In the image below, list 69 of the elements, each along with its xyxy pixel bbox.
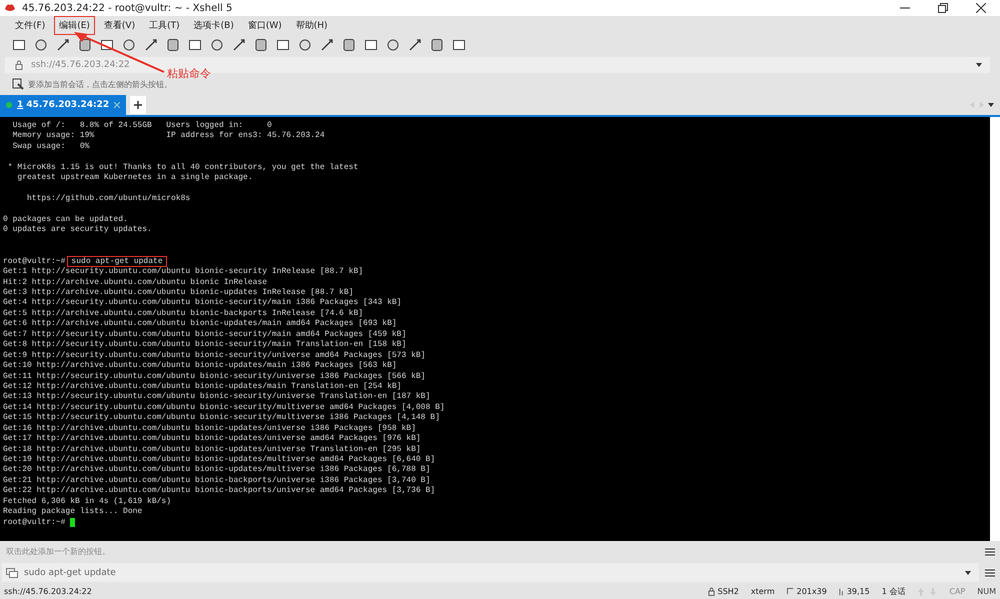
menu-icon[interactable] [985,548,995,556]
terminal-line: Get:8 http://security.ubuntu.com/ubuntu bionic-security/main Translation-en [158 kB] [3,340,406,351]
quick-bar-hint: 双击此处添加一个新的按钮。 [6,546,110,557]
dropdown-caret-icon[interactable] [988,103,994,107]
terminal-line: Get:5 http://archive.ubuntu.com/ubuntu bionic-backports InRelease [74.6 kB] [3,308,364,319]
menu-item[interactable]: 文件(F) [10,16,50,34]
terminal-line: 0 packages can be updated. [3,214,128,225]
resize-icon [786,588,794,595]
terminal-line: Reading package lists... Done [3,507,142,518]
terminal-line: Get:7 http://security.ubuntu.com/ubuntu bionic-security/main amd64 Packages [459 kB] [3,330,406,340]
terminal-line: Fetched 6,306 kB in 4s (1,619 kB/s) [3,496,172,507]
menu-item[interactable]: 查看(V) [98,16,140,34]
key-indicator: CAP [949,587,966,596]
restore-icon[interactable] [938,3,948,13]
terminal-prompt: root@vultr:~# [3,518,66,528]
terminal-line: 0 updates are security updates. [3,225,152,236]
terminal-line: Get:3 http://archive.ubuntu.com/ubuntu bionic-updates InRelease [88.7 kB] [3,288,354,298]
terminal-line: Get:4 http://security.ubuntu.com/ubuntu bionic-security/main i386 Packages [343 kB] [3,298,402,309]
windows-icon [6,568,18,578]
app-logo-icon [4,3,16,13]
terminal-line: Get:9 http://security.ubuntu.com/ubuntu bionic-security/universe amd64 Packages [573 kB] [3,350,426,361]
terminal-line: Get:1 http://security.ubuntu.com/ubuntu bionic-security InRelease [88.7 kB] [3,267,364,278]
session-hint: 要添加当前会话，点击左侧的箭头按钮。 [28,78,172,90]
dropdown-caret-icon[interactable] [965,570,971,574]
terminal-line: Get:10 http://archive.ubuntu.com/ubuntu bionic-updates/main i386 Packages [563 kB] [3,361,397,372]
cursor-position-icon [838,588,844,596]
terminal-line: Get:17 http://archive.ubuntu.com/ubuntu bionic-updates/universe amd64 Packages [976 kB] [3,434,421,445]
terminal-line: Hit:2 http://archive.ubuntu.com/ubuntu bionic InRelease [3,278,268,288]
status-sessions: 1 会话 [882,586,906,597]
status-protocol: SSH2 [718,587,739,596]
session-tab[interactable]: 1 45.76.203.24:22 [0,95,126,115]
terminal-line: Get:22 http://archive.ubuntu.com/ubuntu bionic-backports/universe amd64 Packages [3,736 B] [3,486,436,497]
terminal-line: Get:13 http://security.ubuntu.com/ubuntu bionic-security/universe Translation-en [187 kB] [3,392,430,403]
dropdown-caret-icon[interactable] [976,62,982,66]
window-title: 45.76.203.24:22 - root@vultr: ~ - Xshell 5 [22,2,232,14]
terminal-line: Get:11 http://security.ubuntu.com/ubuntu bionic-security/universe i386 Packages [566 kB] [3,372,426,382]
terminal-line: Memory usage: 19% IP address for ens3: 45.76.203.24 [12,131,325,142]
terminal-line: greatest upstream Kubernetes in a single package. [16,173,253,184]
compose-field[interactable]: sudo apt-get update [2,563,979,582]
key-indicator: NUM [977,587,996,596]
status-terminal-type: xterm [750,587,775,596]
menu-item[interactable]: 帮助(H) [290,16,333,34]
status-cursor-position: 39,15 [846,587,870,596]
terminal-command: sudo apt-get update [67,256,167,268]
plus-icon [134,101,142,109]
terminal-line: Get:19 http://archive.ubuntu.com/ubuntu bionic-updates/multiverse amd64 Packages [6,640 B] [3,455,436,465]
terminal-line: * MicroK8s 1.15 is out! Thanks to all 40 contributors, you get the latest [6,162,358,173]
terminal-line: Get:15 http://security.ubuntu.com/ubuntu bionic-security/multiverse i386 Packages [4,148 B] [3,413,440,424]
menu-item[interactable]: 选项卡(B) [188,16,239,34]
terminal-line: Get:18 http://archive.ubuntu.com/ubuntu bionic-updates/universe Translation-en [295 kB] [3,444,421,455]
scrollbar[interactable] [990,117,1000,541]
terminal-line: Get:14 http://security.ubuntu.com/ubuntu bionic-security/multiverse amd64 Packages [4,008 B] [3,402,445,413]
status-address: ssh://45.76.203.24:22 [4,587,92,596]
terminal-prompt: root@vultr:~# [3,256,66,267]
terminal-line: Usage of /: 8.8% of 24.55GB Users logged in: 0 [12,121,272,131]
add-session-icon[interactable] [12,78,24,90]
terminal-line: Get:12 http://archive.ubuntu.com/ubuntu bionic-updates/main Translation-en [254 kB] [3,382,402,392]
new-tab-button[interactable] [130,96,146,114]
terminal-line: Swap usage: 0% [12,142,90,152]
terminal-line: Get:16 http://archive.ubuntu.com/ubuntu bionic-updates/universe i386 Packages [958 kB] [3,424,416,434]
menu-item[interactable]: 工具(T) [144,16,185,34]
terminal-line: Get:20 http://archive.ubuntu.com/ubuntu bionic-updates/multiverse i386 Packages [6,788 B] [3,465,430,476]
close-icon[interactable] [976,3,986,13]
menu-item[interactable]: 窗口(W) [242,16,287,34]
terminal-line: https://github.com/ubuntu/microk8s [26,194,190,205]
terminal-line: Get:6 http://archive.ubuntu.com/ubuntu bionic-updates/main amd64 Packages [693 kB] [3,319,397,330]
terminal-line: Get:21 http://archive.ubuntu.com/ubuntu bionic-backports/universe i386 Packages [3,740 B] [3,476,430,486]
menu-icon[interactable] [985,568,995,576]
status-size: 201x39 [796,587,827,596]
